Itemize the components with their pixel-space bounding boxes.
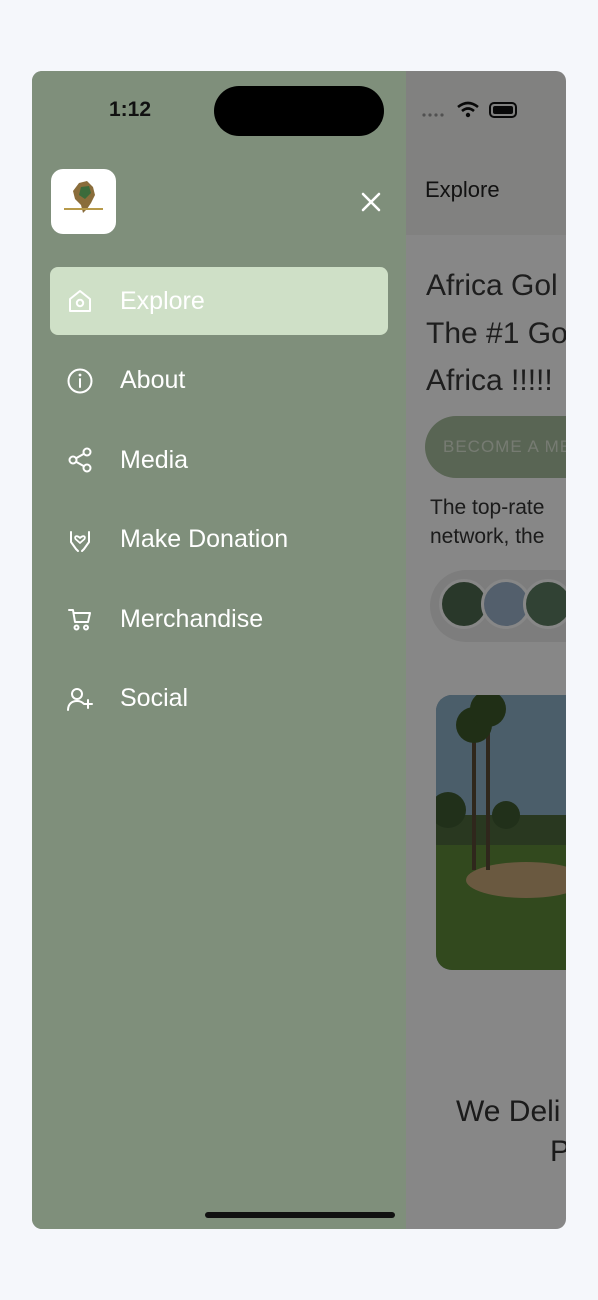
add-user-icon [67, 687, 93, 711]
drawer-item-label: Media [120, 445, 189, 474]
drawer-item-label: Explore [120, 286, 205, 315]
info-icon [67, 368, 93, 394]
drawer-item-social[interactable]: Social [50, 665, 388, 733]
drawer-item-label: Social [120, 684, 189, 713]
home-icon [69, 290, 91, 312]
share-icon [68, 447, 92, 473]
drawer-item-merchandise[interactable]: Merchandise [50, 585, 388, 653]
drawer-item-label: Make Donation [120, 525, 289, 554]
status-time: 1:12 [109, 98, 152, 121]
drawer-item-about[interactable]: About [50, 347, 388, 415]
drawer-item-make-donation[interactable]: Make Donation [50, 506, 388, 574]
close-icon[interactable] [355, 186, 387, 218]
drawer-item-label: About [120, 366, 186, 395]
drawer-menu: Explore About Media Make Donation Mercha… [50, 267, 388, 745]
dynamic-island [214, 86, 384, 136]
cart-icon [68, 609, 91, 631]
navigation-drawer: 1:12 Explore About Media Make Donation M… [32, 71, 406, 1229]
drawer-item-media[interactable]: Media [50, 426, 388, 494]
donation-hands-icon [70, 530, 90, 552]
app-logo [51, 169, 116, 234]
home-indicator [205, 1212, 395, 1218]
phone-screen: Explore Africa Gol The #1 Go Africa !!!!… [32, 71, 566, 1229]
drawer-item-explore[interactable]: Explore [50, 267, 388, 335]
drawer-item-label: Merchandise [120, 604, 264, 633]
